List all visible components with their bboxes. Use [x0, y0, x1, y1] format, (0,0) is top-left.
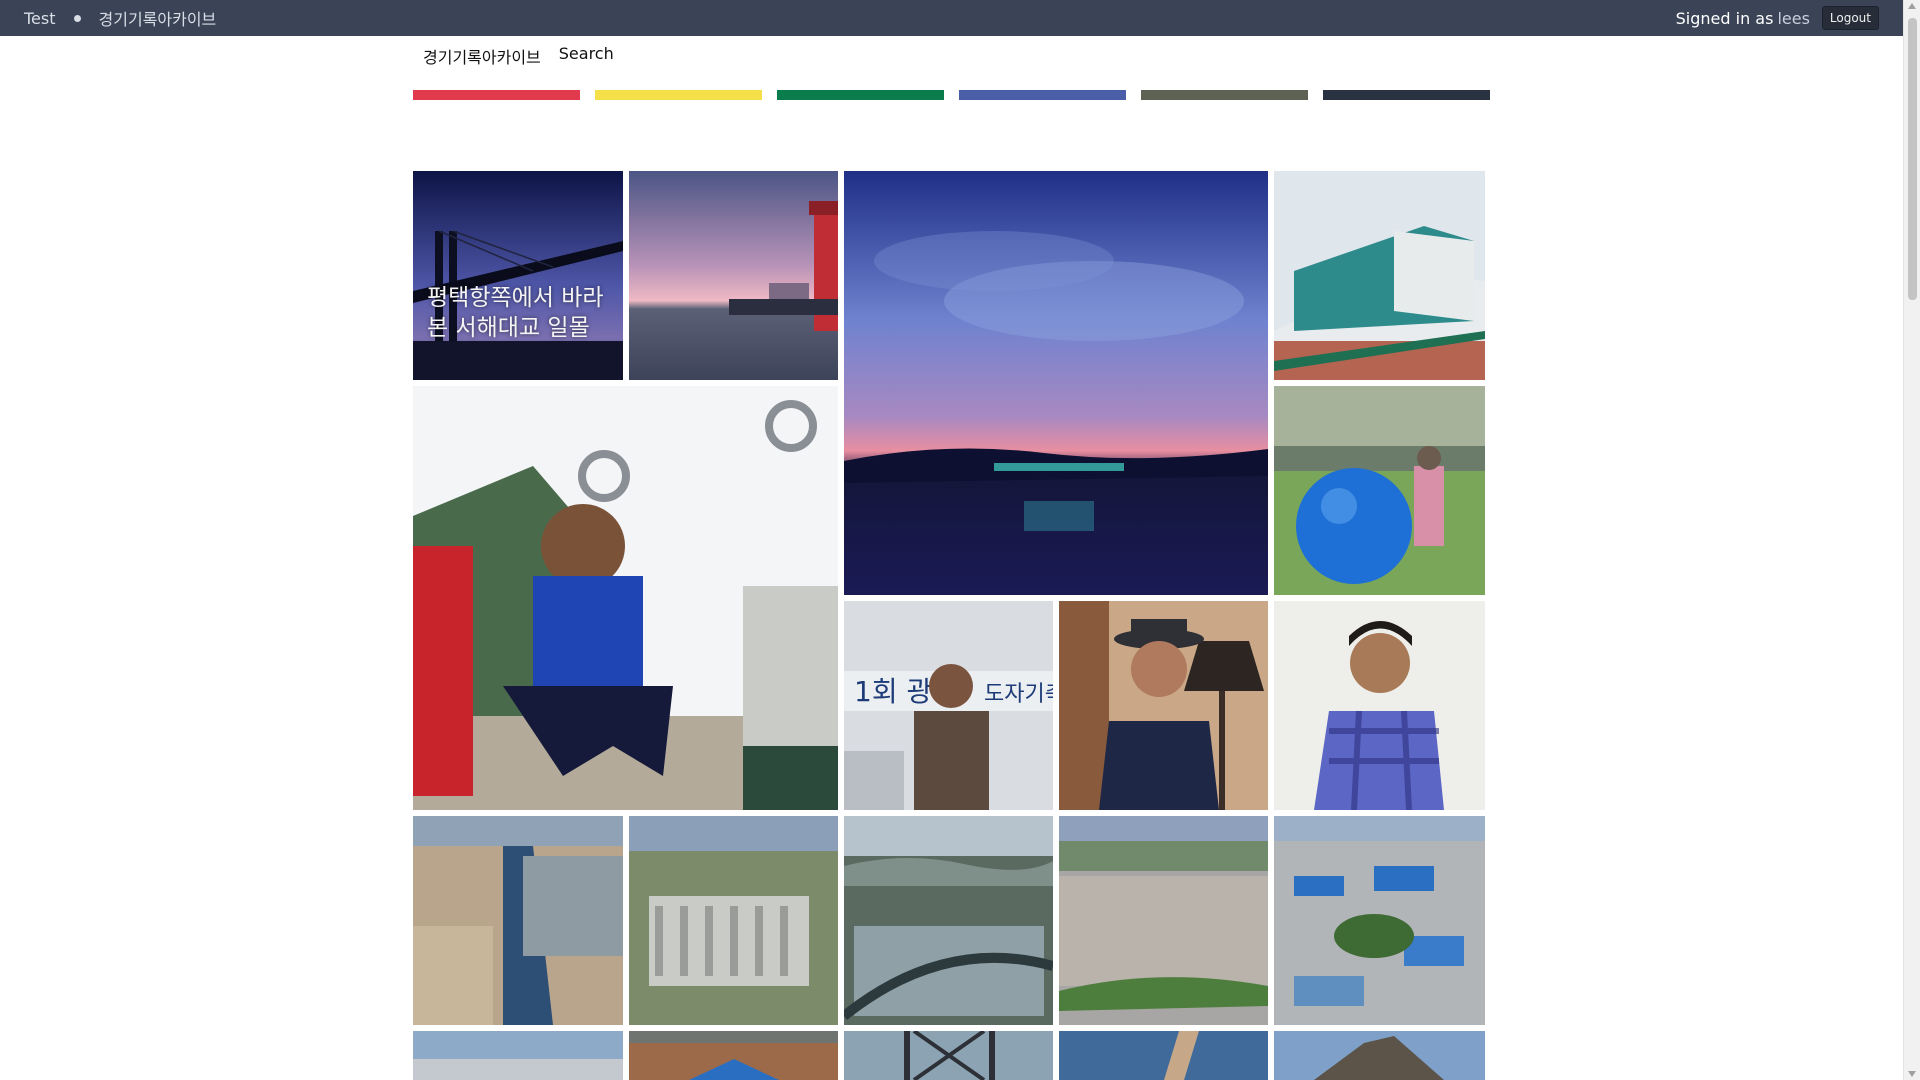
- children-rings-photo: [413, 386, 838, 810]
- svg-text:도자기축제: 도자기축제: [984, 682, 1053, 707]
- separator-dot-icon: [73, 14, 81, 22]
- nav-search[interactable]: Search: [559, 44, 614, 68]
- fedora-man-photo: [1059, 601, 1268, 810]
- nav-archive-home[interactable]: 경기기록아카이브: [423, 44, 541, 68]
- site-link[interactable]: Test: [24, 9, 56, 28]
- aerial-apartments-photo: [629, 816, 838, 1025]
- lighthouse-pier-photo: [629, 171, 838, 380]
- photo-tile-aerial-greenhouses[interactable]: [844, 816, 1053, 1025]
- color-bar-olive[interactable]: [1141, 90, 1308, 100]
- color-bar-blue[interactable]: [959, 90, 1126, 100]
- photo-tile-aerial-apartments[interactable]: [629, 816, 838, 1025]
- color-bar-red[interactable]: [413, 90, 580, 100]
- photo-tile-aerial-coast[interactable]: [413, 1031, 623, 1080]
- lake-twilight-photo: [844, 171, 1268, 595]
- user-status: Signed in as lees Logout: [1676, 0, 1879, 36]
- aerial-greenhouses-photo: [844, 816, 1053, 1025]
- secondary-navigation: 경기기록아카이브 Search: [423, 44, 614, 68]
- rocky-peak-photo: [1274, 1031, 1485, 1080]
- color-bar-navy[interactable]: [1323, 90, 1490, 100]
- photo-tile-ceramic-festival-man[interactable]: 1회 광주 도자기축제: [844, 601, 1053, 810]
- photo-tile-sea-pier[interactable]: [1059, 1031, 1268, 1080]
- aerial-coast-photo: [413, 1031, 623, 1080]
- photo-tile-rocky-peak[interactable]: [1274, 1031, 1485, 1080]
- bridge-sunset-photo: [413, 171, 623, 380]
- photo-tile-lake-twilight[interactable]: [844, 171, 1268, 595]
- site-breadcrumb: Test 경기기록아카이브: [24, 0, 216, 36]
- photo-tile-lighthouse-pier[interactable]: [629, 171, 838, 380]
- category-color-bars: [413, 90, 1490, 100]
- photo-tile-aerial-town[interactable]: [1059, 816, 1268, 1025]
- photo-caption: 평택항쪽에서 바라본 서해대교 일몰: [427, 285, 604, 341]
- bridge-frame-photo: [844, 1031, 1053, 1080]
- plaid-shirt-man-photo: [1274, 601, 1485, 810]
- photo-tile-bridge-sunset[interactable]: 평택항쪽에서 바라본 서해대교 일몰: [413, 171, 623, 380]
- scroll-up-arrow-icon[interactable]: [1908, 3, 1916, 9]
- color-bar-green[interactable]: [777, 90, 944, 100]
- sea-pier-photo: [1059, 1031, 1268, 1080]
- photo-tile-fedora-man[interactable]: [1059, 601, 1268, 810]
- ceramic-festival-man-photo: 1회 광주 도자기축제: [844, 601, 1053, 810]
- photo-tile-blue-pavilion[interactable]: [629, 1031, 838, 1080]
- photo-tile-plaid-shirt-man[interactable]: [1274, 601, 1485, 810]
- username-link[interactable]: lees: [1777, 9, 1809, 28]
- aerial-town-photo: [1059, 816, 1268, 1025]
- blue-ball-photo: [1274, 386, 1485, 595]
- archive-link[interactable]: 경기기록아카이브: [99, 6, 217, 30]
- photo-gallery-grid: 평택항쪽에서 바라본 서해대교 일몰 1회 광주 도자기: [413, 171, 1485, 1080]
- photo-tile-glass-building[interactable]: [1274, 171, 1485, 380]
- photo-tile-children-rings[interactable]: [413, 386, 838, 810]
- scroll-down-arrow-icon[interactable]: [1908, 1071, 1916, 1077]
- photo-tile-aerial-industrial[interactable]: [1274, 816, 1485, 1025]
- blue-pavilion-photo: [629, 1031, 838, 1080]
- photo-tile-blue-ball[interactable]: [1274, 386, 1485, 595]
- signed-in-label: Signed in as: [1675, 8, 1774, 28]
- logout-button[interactable]: Logout: [1821, 6, 1879, 30]
- page-scrollbar[interactable]: [1903, 0, 1920, 1080]
- color-bar-yellow[interactable]: [595, 90, 762, 100]
- photo-tile-bridge-frame[interactable]: [844, 1031, 1053, 1080]
- aerial-industrial-photo: [1274, 816, 1485, 1025]
- aerial-estuary-photo: [413, 816, 623, 1025]
- scrollbar-thumb[interactable]: [1908, 18, 1917, 300]
- top-navigation-bar: Test 경기기록아카이브 Signed in as lees Logout: [0, 0, 1903, 36]
- glass-building-photo: [1274, 171, 1485, 380]
- photo-tile-aerial-estuary[interactable]: [413, 816, 623, 1025]
